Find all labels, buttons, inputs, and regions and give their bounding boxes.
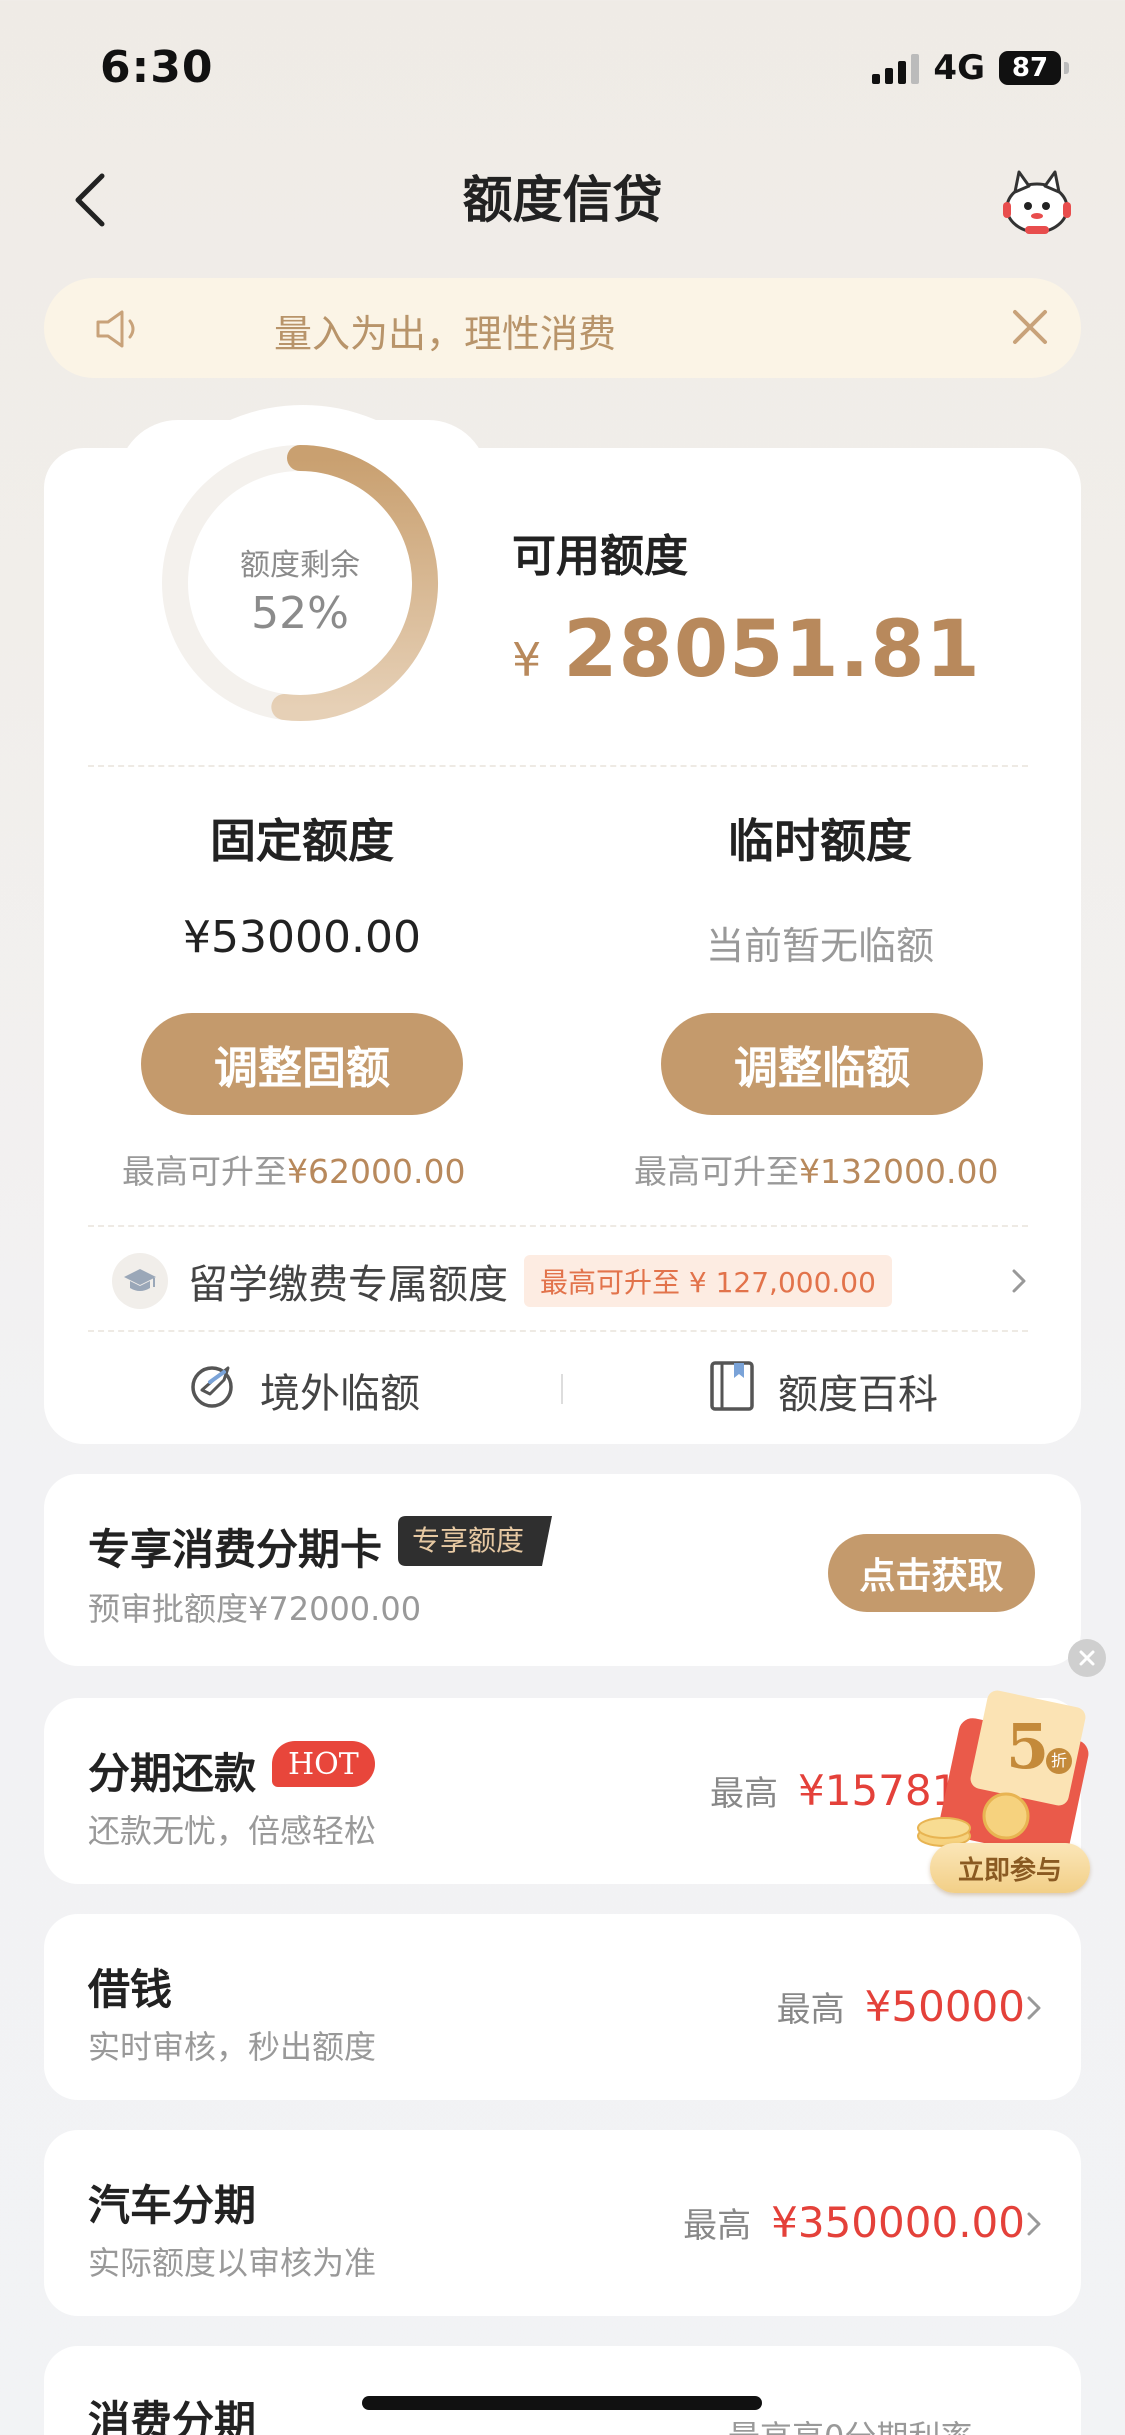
study-quota-row[interactable]: 留学缴费专属额度 最高可升至 ¥ 127,000.00 xyxy=(112,1252,892,1310)
study-quota-title: 留学缴费专属额度 xyxy=(188,1262,508,1308)
battery-level: 87 xyxy=(999,51,1061,85)
divider xyxy=(88,765,1028,767)
max-value: ¥350000.00 xyxy=(771,2198,1025,2247)
study-quota-tag: 最高可升至 ¥ 127,000.00 xyxy=(524,1255,892,1307)
adjust-fixed-quota-button[interactable]: 调整固额 xyxy=(141,1013,463,1115)
exclusive-card-title: 专享消费分期卡 xyxy=(88,1525,383,1574)
get-card-button[interactable]: 点击获取 xyxy=(828,1534,1035,1612)
close-icon[interactable] xyxy=(1009,306,1051,352)
notice-text: 量入为出，理性消费 xyxy=(274,312,617,356)
quota-wiki-link[interactable]: 额度百科 xyxy=(708,1360,938,1422)
chevron-right-icon[interactable] xyxy=(1010,1268,1028,1298)
borrow-max: 最高 ¥50000 xyxy=(777,1982,1025,2031)
fixed-quota-title: 固定额度 xyxy=(210,814,394,868)
signal-icon xyxy=(872,52,920,84)
chevron-right-icon[interactable] xyxy=(1026,1996,1042,2024)
mascot-avatar-icon[interactable] xyxy=(997,162,1077,242)
airplane-globe-icon xyxy=(188,1360,238,1420)
installment-repay-title: 分期还款 xyxy=(88,1749,257,1798)
page-title: 额度信贷 xyxy=(462,171,663,229)
book-icon xyxy=(708,1360,756,1422)
divider xyxy=(88,1330,1028,1332)
fixed-upgrade-line: 最高可升至¥62000.00 xyxy=(122,1145,465,1193)
promo-badge-number: 5 xyxy=(1006,1710,1050,1783)
consumer-installment-title: 消费分期 xyxy=(88,2397,257,2435)
available-amount-value: 28051.81 xyxy=(563,605,981,695)
temp-quota-title: 临时额度 xyxy=(728,814,912,868)
hot-badge: HOT xyxy=(272,1741,375,1787)
status-time: 6:30 xyxy=(100,42,214,93)
consumer-installment-right-text: 最高享0分期利率 xyxy=(728,2412,972,2435)
temp-quota-value: 当前暂无临额 xyxy=(705,924,934,968)
promo-badge-unit: 折 xyxy=(1046,1748,1072,1774)
exclusive-quota-tag: 专享额度 xyxy=(398,1516,552,1566)
max-label: 最高 xyxy=(776,1990,845,2030)
temp-upgrade-prefix: 最高可升至 xyxy=(634,1152,799,1191)
ring-percent: 52% xyxy=(251,588,349,639)
battery-icon: 87 xyxy=(999,51,1069,85)
installment-repay-subtitle: 还款无忧，倍感轻松 xyxy=(88,1812,377,1850)
network-type: 4G xyxy=(933,48,985,88)
max-label: 最高 xyxy=(710,1774,778,1814)
exclusive-card-subtitle: 预审批额度¥72000.00 xyxy=(88,1590,422,1628)
max-value: ¥50000 xyxy=(864,1982,1025,2031)
chevron-right-icon[interactable] xyxy=(1026,2212,1042,2240)
home-indicator xyxy=(362,2396,762,2410)
borrow-subtitle: 实时审核，秒出额度 xyxy=(88,2028,377,2066)
auto-installment-title: 汽车分期 xyxy=(88,2181,257,2230)
status-indicators: 4G 87 xyxy=(872,48,1069,88)
speaker-icon xyxy=(94,308,144,354)
auto-installment-subtitle: 实际额度以审核为准 xyxy=(88,2244,377,2282)
quota-wiki-label: 额度百科 xyxy=(778,1372,938,1418)
temp-upgrade-value: ¥132000.00 xyxy=(799,1152,999,1191)
overseas-temp-quota-label: 境外临额 xyxy=(260,1371,420,1417)
available-quota-label: 可用额度 xyxy=(512,531,688,582)
available-quota-amount: ¥ 28051.81 xyxy=(512,605,981,695)
max-label: 最高 xyxy=(683,2206,752,2246)
graduation-cap-icon xyxy=(112,1253,168,1309)
adjust-temp-quota-button[interactable]: 调整临额 xyxy=(661,1013,983,1115)
red-envelope-coin-icon xyxy=(917,1690,1089,1858)
borrow-title: 借钱 xyxy=(88,1965,173,2014)
notice-bar: 量入为出，理性消费 xyxy=(44,278,1081,378)
overseas-temp-quota-link[interactable]: 境外临额 xyxy=(188,1360,420,1420)
promo-close-button[interactable] xyxy=(1068,1639,1106,1677)
temp-upgrade-line: 最高可升至¥132000.00 xyxy=(634,1145,998,1193)
fixed-upgrade-value: ¥62000.00 xyxy=(287,1152,466,1191)
auto-installment-max: 最高 ¥350000.00 xyxy=(683,2198,1025,2247)
ring-label: 额度剩余 xyxy=(240,548,360,583)
fixed-quota-value: ¥53000.00 xyxy=(183,912,421,963)
close-icon xyxy=(1079,1650,1095,1666)
fixed-upgrade-prefix: 最高可升至 xyxy=(122,1152,287,1191)
exclusive-quota-tag-text: 专享额度 xyxy=(411,1524,524,1557)
divider xyxy=(88,1225,1028,1227)
separator xyxy=(561,1374,563,1404)
join-now-button[interactable]: 立即参与 xyxy=(930,1843,1090,1893)
currency-symbol: ¥ xyxy=(512,633,542,687)
